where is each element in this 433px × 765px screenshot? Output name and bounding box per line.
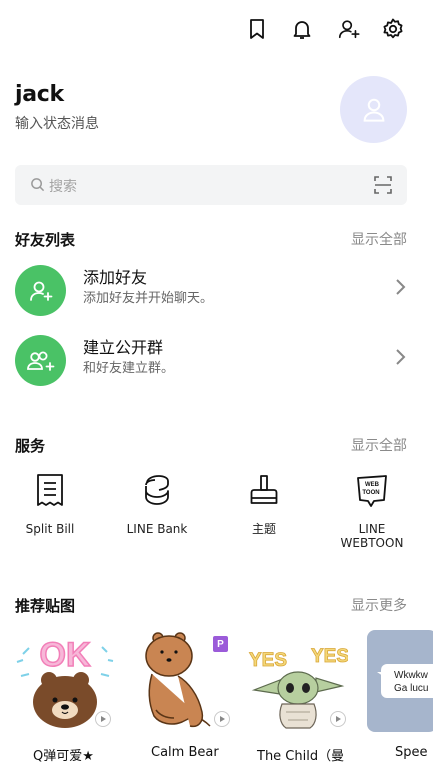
- premium-badge: P: [213, 636, 228, 652]
- create-group-row[interactable]: 建立公开群 和好友建立群。: [0, 330, 433, 392]
- service-split-bill[interactable]: Split Bill: [5, 470, 95, 536]
- sticker-wkwkw-image: Wkwkw Ga lucu: [367, 630, 433, 732]
- gear-icon[interactable]: [380, 16, 406, 42]
- sticker-item[interactable]: YES YES: [248, 630, 349, 732]
- chevron-right-icon: [396, 349, 406, 365]
- sticker-art-text: Wkwkw: [394, 670, 429, 681]
- service-label: Split Bill: [25, 522, 75, 536]
- sticker-art-text: OK: [40, 636, 91, 674]
- person-icon: [363, 98, 384, 122]
- play-icon[interactable]: [330, 711, 346, 727]
- sticker-item[interactable]: P: [134, 630, 234, 732]
- add-friend-title: 添加好友: [83, 268, 148, 287]
- friends-show-all-link[interactable]: 显示全部: [351, 229, 407, 249]
- stickers-section-title: 推荐贴图: [15, 597, 76, 615]
- sticker-item[interactable]: OK: [15, 630, 115, 732]
- sticker-label: Q弹可爱★: [33, 749, 94, 764]
- sticker-label: Calm Bear: [151, 745, 219, 760]
- avatar[interactable]: [340, 76, 407, 143]
- sticker-art-text: YES: [249, 650, 287, 671]
- svg-text:Ga lucu: Ga lucu: [394, 683, 428, 694]
- create-group-icon: [15, 335, 66, 386]
- create-group-title: 建立公开群: [83, 338, 164, 357]
- profile-name[interactable]: jack: [15, 82, 64, 107]
- add-friend-icon[interactable]: [336, 16, 362, 42]
- service-label: LINE WEBTOON: [340, 522, 404, 550]
- service-theme[interactable]: 主题: [219, 470, 309, 536]
- receipt-icon: [37, 474, 63, 506]
- search-icon: [31, 178, 45, 192]
- search-bar[interactable]: 搜索: [15, 165, 407, 205]
- webtoon-icon: WEB TOON: [357, 475, 387, 507]
- service-label: LINE Bank: [126, 522, 188, 536]
- play-icon[interactable]: [214, 711, 230, 727]
- search-input[interactable]: 搜索: [49, 176, 77, 196]
- sticker-label: Spee: [395, 745, 428, 760]
- line-bank-icon: [145, 475, 169, 505]
- stickers-show-more-link[interactable]: 显示更多: [351, 595, 407, 615]
- sticker-art-text: YES: [311, 646, 348, 667]
- service-line-bank[interactable]: LINE Bank: [112, 470, 202, 536]
- add-friend-icon: [15, 265, 66, 316]
- scan-icon[interactable]: [374, 176, 392, 194]
- sticker-label: The Child（曼: [257, 749, 345, 764]
- create-group-subtitle: 和好友建立群。: [83, 361, 175, 376]
- add-friend-row[interactable]: 添加好友 添加好友并开始聊天。: [0, 260, 433, 322]
- chevron-right-icon: [396, 279, 406, 295]
- services-section-title: 服务: [15, 437, 46, 455]
- play-icon[interactable]: [95, 711, 111, 727]
- brush-icon: [250, 475, 278, 504]
- services-show-all-link[interactable]: 显示全部: [351, 435, 407, 455]
- service-line-webtoon[interactable]: WEB TOON LINE WEBTOON: [327, 470, 417, 550]
- add-friend-subtitle: 添加好友并开始聊天。: [83, 291, 214, 306]
- bell-icon[interactable]: [289, 16, 315, 42]
- svg-text:WEB: WEB: [365, 482, 380, 488]
- bookmark-icon[interactable]: [244, 16, 270, 42]
- status-message[interactable]: 输入状态消息: [15, 113, 99, 133]
- sticker-item[interactable]: Wkwkw Ga lucu: [367, 630, 433, 732]
- svg-text:TOON: TOON: [362, 490, 379, 496]
- service-label: 主题: [251, 522, 276, 536]
- friends-section-title: 好友列表: [15, 231, 76, 249]
